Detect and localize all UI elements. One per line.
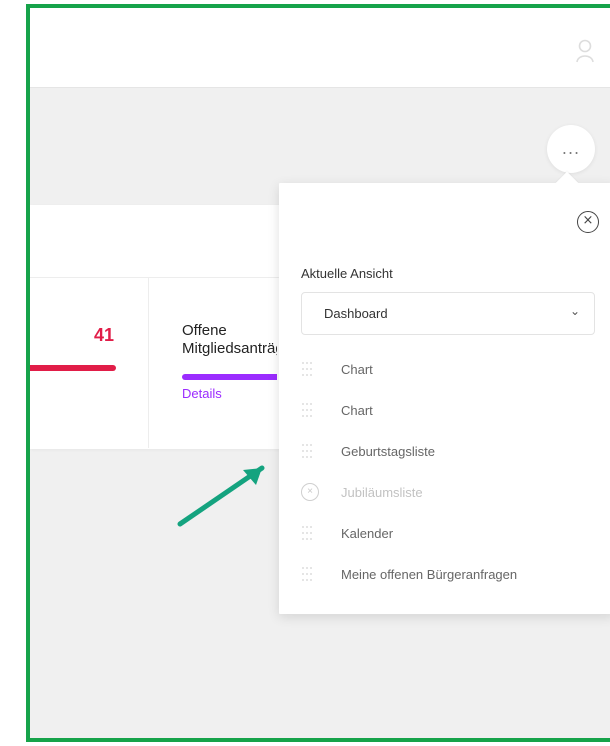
member-count-value: 41 bbox=[93, 325, 114, 345]
dashboard-card: 41 Offene Mitgliedsanträge Details bbox=[30, 205, 320, 449]
current-view-label: Aktuelle Ansicht bbox=[301, 266, 393, 281]
member-count-stat: 41 bbox=[30, 278, 149, 448]
widget-item-label: Jubiläumsliste bbox=[341, 485, 423, 500]
ellipsis-icon: ... bbox=[561, 139, 581, 158]
widget-item-label: Chart bbox=[341, 403, 373, 418]
top-navigation-bar bbox=[30, 8, 610, 88]
widget-item-birthdays[interactable]: Geburtstagsliste bbox=[301, 441, 595, 465]
details-link[interactable]: Details bbox=[182, 386, 222, 401]
widget-item-open-citizen-requests[interactable]: Meine offenen Bürgeranfragen bbox=[301, 564, 595, 588]
widget-item-calendar[interactable]: Kalender bbox=[301, 523, 595, 547]
user-icon[interactable] bbox=[574, 38, 596, 64]
screenshot-frame: ... 41 Offene Mitgliedsanträge Details ×… bbox=[26, 4, 610, 742]
open-applications-bar bbox=[182, 374, 277, 380]
widget-item-label: Meine offenen Bürgeranfragen bbox=[341, 567, 518, 582]
drag-handle-icon bbox=[302, 362, 312, 376]
close-circle-icon[interactable]: × bbox=[577, 211, 599, 233]
member-count-bar bbox=[30, 365, 116, 371]
open-applications-title: Offene Mitgliedsanträge bbox=[182, 322, 277, 357]
dashboard-card-header bbox=[30, 205, 320, 278]
drag-handle-icon bbox=[302, 526, 312, 540]
drag-handle-icon bbox=[302, 567, 312, 581]
widget-item-chart-1[interactable]: Chart bbox=[301, 359, 595, 383]
current-view-select[interactable]: Dashboard ⌄ bbox=[301, 292, 595, 335]
arrow-up-right-icon bbox=[177, 465, 265, 527]
widget-item-label: Kalender bbox=[341, 526, 394, 541]
current-view-value: Dashboard bbox=[324, 306, 388, 321]
circle-x-icon: × bbox=[301, 483, 319, 501]
drag-handle-icon bbox=[302, 403, 312, 417]
widget-item-chart-2[interactable]: Chart bbox=[301, 400, 595, 424]
more-options-button[interactable]: ... bbox=[547, 125, 595, 173]
widget-item-anniversaries[interactable]: × Jubiläumsliste bbox=[301, 482, 595, 506]
drag-handle-icon bbox=[302, 444, 312, 458]
chevron-down-icon: ⌄ bbox=[570, 304, 581, 318]
widget-item-label: Geburtstagsliste bbox=[341, 444, 435, 459]
widget-settings-panel: × Aktuelle Ansicht Dashboard ⌄ Chart Cha… bbox=[279, 183, 610, 614]
widget-item-label: Chart bbox=[341, 362, 373, 377]
